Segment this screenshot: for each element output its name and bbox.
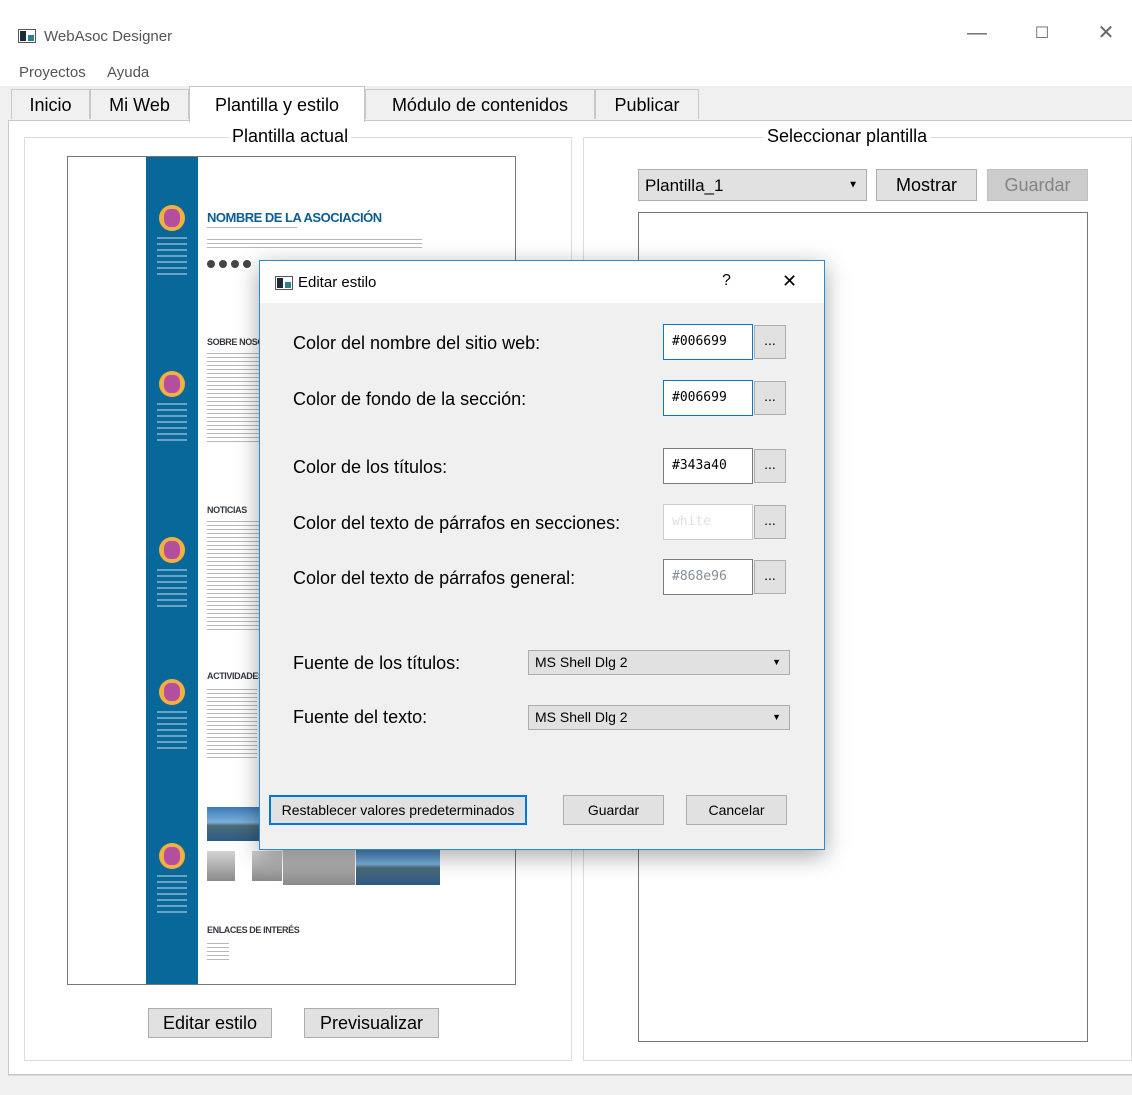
dialog-save-button[interactable]: Guardar [563, 795, 664, 825]
title-font-label: Fuente de los títulos: [293, 653, 461, 673]
general-paragraph-color-pick-button[interactable]: ... [754, 560, 786, 594]
select-template-title: Seleccionar plantilla [764, 126, 931, 147]
general-paragraph-color-field[interactable]: #868e96 [663, 559, 753, 595]
social-icon [207, 260, 215, 268]
edit-style-dialog: Editar estilo ? ✕ Color del nombre del s… [259, 260, 825, 850]
preview-photo [283, 845, 355, 885]
site-name-color-field[interactable]: #006699 [663, 324, 753, 360]
preview-section-title: NOTICIAS [207, 505, 247, 515]
help-icon[interactable]: ? [722, 272, 731, 290]
app-icon [275, 276, 293, 290]
title-font-value: MS Shell Dlg 2 [535, 654, 628, 670]
text-font-value: MS Shell Dlg 2 [535, 709, 628, 725]
menu-bar [0, 60, 1132, 86]
close-icon[interactable]: ✕ [1091, 18, 1121, 48]
section-paragraph-color-field[interactable]: white [663, 504, 753, 540]
minimize-icon[interactable]: — [962, 18, 992, 48]
preview-tagline [207, 227, 297, 231]
preview-links [207, 943, 229, 963]
social-icon [219, 260, 227, 268]
show-button[interactable]: Mostrar [876, 169, 977, 201]
tab-plantilla-y-estilo[interactable]: Plantilla y estilo [189, 86, 365, 122]
preview-site-name: NOMBRE DE LA ASOCIACIÓN [207, 210, 382, 225]
preview-logo [159, 371, 185, 397]
chevron-down-icon: ▼ [848, 179, 858, 191]
preview-logo [159, 537, 185, 563]
preview-sidebar-menu [157, 711, 187, 751]
preview-photo [252, 851, 282, 881]
save-template-button[interactable]: Guardar [987, 169, 1088, 201]
chevron-down-icon: ▼ [772, 657, 781, 667]
preview-section-title: ACTIVIDADES [207, 671, 264, 681]
maximize-icon[interactable]: ☐ [1027, 19, 1057, 49]
social-icon [243, 260, 251, 268]
app-icon [18, 29, 36, 43]
preview-section-text [207, 521, 267, 631]
text-font-select[interactable]: MS Shell Dlg 2 ▼ [528, 705, 790, 730]
social-icon [231, 260, 239, 268]
reset-defaults-button[interactable]: Restablecer valores predeterminados [269, 795, 527, 825]
edit-style-button[interactable]: Editar estilo [148, 1008, 272, 1038]
titles-color-field[interactable]: #343a40 [663, 448, 753, 484]
preview-logo [159, 679, 185, 705]
site-name-color-label: Color del nombre del sitio web: [293, 333, 541, 353]
section-paragraph-color-label: Color del texto de párrafos en secciones… [293, 513, 621, 533]
preview-sidebar-menu [157, 403, 187, 443]
titles-color-label: Color de los títulos: [293, 457, 448, 477]
title-font-select[interactable]: MS Shell Dlg 2 ▼ [528, 650, 790, 675]
text-font-label: Fuente del texto: [293, 707, 428, 727]
preview-section-title: ENLACES DE INTERÉS [207, 925, 300, 935]
title-bar: WebAsoc Designer — ☐ ✕ [0, 0, 1132, 60]
tab-mi-web[interactable]: Mi Web [90, 89, 189, 119]
dialog-title-bar: Editar estilo ? ✕ [260, 261, 824, 303]
dialog-title: Editar estilo [298, 274, 377, 291]
current-template-title: Plantilla actual [229, 126, 352, 147]
section-bg-color-label: Color de fondo de la sección: [293, 389, 527, 409]
menu-ayuda[interactable]: Ayuda [107, 64, 149, 81]
tab-inicio[interactable]: Inicio [11, 89, 90, 119]
preview-button[interactable]: Previsualizar [304, 1008, 439, 1038]
section-bg-color-pick-button[interactable]: ... [754, 381, 786, 415]
titles-color-pick-button[interactable]: ... [754, 449, 786, 483]
preview-section-text [207, 689, 257, 759]
template-select-value: Plantilla_1 [645, 176, 724, 195]
tab-modulo-contenidos[interactable]: Módulo de contenidos [365, 89, 595, 119]
site-name-color-pick-button[interactable]: ... [754, 325, 786, 359]
preview-photo [356, 847, 440, 885]
preview-sidebar-menu [157, 875, 187, 915]
template-select[interactable]: Plantilla_1 ▼ [638, 169, 867, 201]
preview-sidebar [146, 157, 198, 984]
window-title: WebAsoc Designer [44, 28, 173, 45]
preview-intro-text [207, 239, 422, 249]
section-bg-color-field[interactable]: #006699 [663, 380, 753, 416]
preview-section-text [207, 353, 267, 443]
close-icon[interactable]: ✕ [782, 271, 797, 292]
preview-logo [159, 843, 185, 869]
menu-proyectos[interactable]: Proyectos [19, 64, 86, 81]
preview-logo [159, 205, 185, 231]
tab-publicar[interactable]: Publicar [595, 89, 699, 119]
preview-sidebar-menu [157, 237, 187, 277]
chevron-down-icon: ▼ [772, 712, 781, 722]
general-paragraph-color-label: Color del texto de párrafos general: [293, 568, 576, 588]
preview-photo [207, 807, 263, 841]
section-paragraph-color-pick-button[interactable]: ... [754, 505, 786, 539]
preview-sidebar-menu [157, 569, 187, 609]
status-bar [8, 1075, 1132, 1095]
preview-photo [207, 851, 235, 881]
dialog-cancel-button[interactable]: Cancelar [686, 795, 787, 825]
